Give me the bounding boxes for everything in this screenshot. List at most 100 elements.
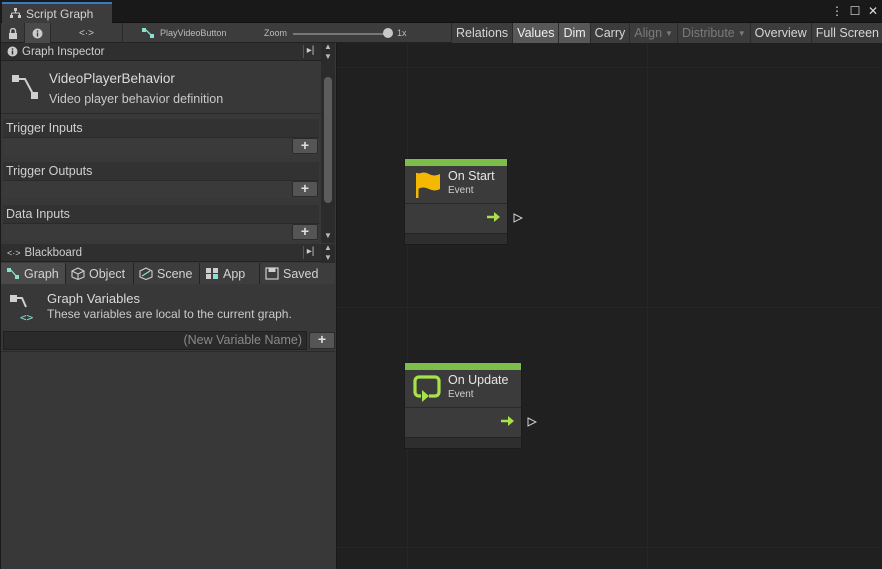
add-trigger-input-button[interactable]: + — [292, 138, 318, 154]
toolbar-relations-button[interactable]: Relations — [451, 23, 513, 43]
node-footer — [405, 233, 507, 244]
app-icon — [206, 268, 218, 279]
graph-variables-title: Graph Variables — [47, 291, 140, 306]
on-start-node[interactable]: On Start Event — [404, 158, 523, 245]
cube-icon — [71, 267, 85, 280]
tab-saved[interactable]: Saved — [260, 263, 335, 284]
code-brackets-icon: <·> — [7, 247, 21, 258]
save-icon — [265, 267, 279, 280]
scroll-down-icon[interactable]: ▼ — [324, 231, 332, 240]
graph-canvas[interactable]: On Start Event On Update Event — [337, 43, 882, 569]
graph-inspector-header: Graph Inspector ▸| — [1, 43, 321, 61]
toolbar-button-label: Carry — [594, 26, 626, 40]
dropdown-caret-icon: ▼ — [737, 28, 746, 38]
node-header: On Update Event — [405, 370, 521, 408]
toolbar-full-screen-button[interactable]: Full Screen — [810, 23, 882, 43]
data-inputs-header[interactable]: Data Inputs — [3, 205, 319, 223]
maximize-icon[interactable]: ☐ — [849, 4, 861, 18]
toolbar-button-label: Align — [634, 26, 663, 40]
dock-toggle-icon[interactable]: ▸| — [303, 45, 317, 58]
trigger-outputs-list — [3, 180, 319, 198]
toolbar-overview-button[interactable]: Overview — [749, 23, 811, 43]
tab-script-graph[interactable]: Script Graph — [2, 2, 112, 23]
script-graph-window: Script Graph ⋮ ☐ ✕ <·> PlayVideoButton Z… — [0, 0, 882, 569]
scroll-up-icon[interactable]: ▲ — [324, 243, 332, 252]
scroll-down-icon[interactable]: ▼ — [324, 253, 332, 262]
toolbar-button-label: Overview — [754, 26, 807, 40]
code-brackets-icon: <·> — [78, 27, 94, 39]
blackboard-tabs: Graph Object Scene App Saved — [1, 263, 335, 284]
tab-scene[interactable]: Scene — [134, 263, 200, 284]
graph-toolbar: <·> PlayVideoButton Zoom 1x Relations Val… — [1, 23, 882, 43]
blackboard-scroll[interactable]: ▲ ▼ — [321, 243, 335, 263]
toolbar-align-button[interactable]: Align ▼ — [629, 23, 677, 43]
toolbar-carry-button[interactable]: Carry — [589, 23, 630, 43]
tab-graph-label: Graph — [24, 266, 59, 281]
inspector-graph-description: Video player behavior definition — [49, 92, 224, 106]
toggle-code-button[interactable]: <·> — [51, 23, 123, 43]
dropdown-caret-icon: ▼ — [665, 28, 673, 38]
tab-graph[interactable]: Graph — [1, 263, 66, 284]
scene-icon — [139, 267, 153, 280]
divider — [1, 351, 335, 352]
toolbar-values-button[interactable]: Values — [512, 23, 559, 43]
output-port-icon[interactable] — [513, 213, 523, 223]
hierarchy-icon — [10, 8, 21, 18]
scroll-down-icon[interactable]: ▼ — [324, 52, 332, 61]
lock-icon — [8, 27, 17, 39]
node-title: On Start — [448, 169, 495, 183]
close-icon[interactable]: ✕ — [867, 4, 879, 18]
tab-object[interactable]: Object — [66, 263, 134, 284]
tab-scene-label: Scene — [157, 266, 193, 281]
graph-inspector-title: Graph Inspector — [22, 45, 105, 58]
add-variable-button[interactable]: + — [309, 332, 335, 349]
toolbar-button-label: Relations — [456, 26, 509, 40]
zoom-label: Zoom — [264, 28, 288, 38]
control-output-arrow-icon[interactable] — [487, 211, 501, 223]
blackboard-header: <·> Blackboard ▸| — [1, 244, 321, 262]
node-kind: Event — [448, 389, 474, 400]
info-button[interactable] — [25, 23, 51, 43]
toolbar-distribute-button[interactable]: Distribute ▼ — [676, 23, 750, 43]
new-variable-name-input[interactable]: (New Variable Name) — [3, 331, 307, 350]
toolbar-button-label: Values — [517, 26, 555, 40]
inspector-scrollbar[interactable]: ▲ ▼ ▼ — [321, 42, 335, 243]
blackboard-title: Blackboard — [24, 246, 83, 259]
tab-saved-label: Saved — [283, 266, 319, 281]
tab-title: Script Graph — [26, 6, 94, 21]
node-title: On Update — [448, 373, 509, 387]
on-update-node[interactable]: On Update Event — [404, 362, 537, 449]
data-inputs-list — [3, 223, 319, 241]
lock-button[interactable] — [1, 23, 25, 43]
node-header: On Start Event — [405, 166, 507, 204]
graph-name: PlayVideoButton — [160, 28, 227, 38]
toolbar-dim-button[interactable]: Dim — [558, 23, 590, 43]
control-output-arrow-icon[interactable] — [501, 415, 515, 427]
event-color-bar — [405, 159, 507, 166]
tab-app[interactable]: App — [200, 263, 260, 284]
trigger-outputs-header[interactable]: Trigger Outputs — [3, 162, 319, 180]
toolbar-button-label: Distribute — [681, 26, 735, 40]
output-port-icon[interactable] — [527, 417, 537, 427]
flag-icon — [416, 172, 440, 198]
more-menu-icon[interactable]: ⋮ — [831, 4, 843, 18]
toolbar-button-label: Dim — [563, 26, 586, 40]
zoom-slider[interactable] — [293, 33, 391, 35]
trigger-inputs-header[interactable]: Trigger Inputs — [3, 119, 319, 137]
scroll-up-icon[interactable]: ▲ — [324, 42, 332, 51]
inspector-graph-title: VideoPlayerBehavior — [49, 71, 175, 86]
graph-icon — [7, 268, 19, 279]
graph-breadcrumb[interactable]: PlayVideoButton — [141, 23, 241, 43]
dock-toggle-icon[interactable]: ▸| — [303, 246, 317, 259]
trigger-inputs-list — [3, 137, 319, 155]
zoom-slider-handle[interactable] — [383, 28, 393, 38]
graph-variables-description: These variables are local to the current… — [47, 307, 292, 321]
node-body — [405, 408, 537, 437]
scroll-thumb[interactable] — [324, 77, 332, 203]
loop-icon — [413, 375, 441, 402]
info-icon — [7, 46, 18, 57]
add-data-input-button[interactable]: + — [292, 224, 318, 240]
add-trigger-output-button[interactable]: + — [292, 181, 318, 197]
toolbar-toggle-group: Relations Values Dim Carry Align ▼ Distribute ▼… — [451, 23, 882, 43]
svg-text:<>: <> — [20, 311, 34, 323]
